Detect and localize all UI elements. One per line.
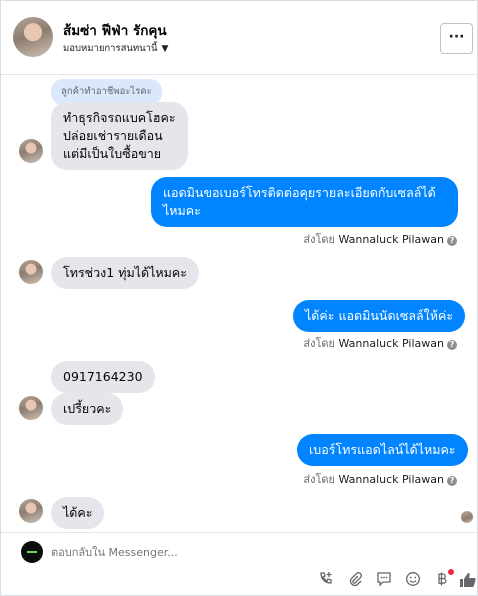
contact-avatar-small[interactable] <box>19 396 43 420</box>
contact-avatar-small[interactable] <box>19 260 43 284</box>
incoming-message[interactable]: โทรช่วง1 ทุ่มได้ไหมคะ <box>51 257 199 289</box>
paperclip-icon <box>349 572 362 587</box>
outgoing-message[interactable]: ได้ค่ะ แอดมินนัดเซลล์ให้ค่ะ <box>293 300 466 332</box>
sent-by-prefix: ส่งโดย <box>303 337 335 350</box>
incoming-message[interactable]: เปรี้ยวคะ <box>51 393 124 425</box>
message-line: แต่มีเป็นใบซื้อขาย <box>63 146 162 161</box>
conversation-header: ส้มซ่า ฟีฟ่า รักคุน มอบหมายการสนทนานี้ ▼ … <box>1 1 477 75</box>
incoming-message[interactable]: ทำธุรกิจรถแบคโฮคะ ปล่อยเช่ารายเดือน แต่ม… <box>51 102 188 170</box>
outgoing-message[interactable]: แอดมินขอเบอร์โทรติดต่อคุยรายละเอียดกับเซ… <box>151 177 458 227</box>
smiley-icon <box>406 572 420 586</box>
more-options-button[interactable]: ··· <box>440 23 473 54</box>
sender-name: Wannaluck Pilawan <box>338 233 445 246</box>
sent-by-label: ส่งโดย Wannaluck Pilawan? <box>303 334 457 352</box>
sender-name: Wannaluck Pilawan <box>338 473 445 486</box>
assign-label: มอบหมายการสนทนานี้ <box>63 43 158 54</box>
help-icon[interactable]: ? <box>447 476 457 486</box>
sent-by-label: ส่งโดย Wannaluck Pilawan? <box>303 470 457 488</box>
help-icon[interactable]: ? <box>447 236 457 246</box>
reply-input[interactable] <box>51 542 351 562</box>
sent-by-prefix: ส่งโดย <box>303 233 335 246</box>
message-line: ทำธุรกิจรถแบคโฮคะ <box>63 110 176 125</box>
page-logo-icon <box>21 541 43 563</box>
assign-conversation-dropdown[interactable]: มอบหมายการสนทนานี้ ▼ <box>63 41 168 56</box>
outgoing-message[interactable]: เบอร์โทรแอดไลน์ได้ไหมคะ <box>297 434 468 466</box>
thumbs-up-icon[interactable] <box>459 571 477 589</box>
message-thread[interactable]: ลูกค้าทำอาชีพอะไรคะ ทำธุรกิจรถแบคโฮคะ ปล… <box>1 76 477 531</box>
like-icon <box>460 573 476 587</box>
contact-avatar-small[interactable] <box>19 499 43 523</box>
notification-dot <box>448 569 454 575</box>
caret-down-icon: ▼ <box>161 44 169 54</box>
call-add-icon[interactable] <box>317 571 335 589</box>
sent-by-label: ส่งโดย Wannaluck Pilawan? <box>303 230 457 248</box>
message-composer <box>1 532 477 595</box>
help-icon[interactable]: ? <box>447 340 457 350</box>
incoming-message[interactable]: 0917164230 <box>51 361 155 393</box>
contact-avatar[interactable] <box>13 17 53 57</box>
saved-replies-icon[interactable] <box>375 571 393 589</box>
phone-plus-icon <box>320 572 332 584</box>
messenger-panel: ส้มซ่า ฟีฟ่า รักคุน มอบหมายการสนทนานี้ ▼ … <box>0 0 478 596</box>
chat-bubble-icon <box>377 572 391 587</box>
incoming-message[interactable]: ได้คะ <box>51 497 105 529</box>
seen-indicator-avatar <box>461 511 473 523</box>
contact-avatar-small[interactable] <box>19 139 43 163</box>
message-line: ปล่อยเช่ารายเดือน <box>63 128 163 143</box>
sender-name: Wannaluck Pilawan <box>338 337 445 350</box>
attachment-icon[interactable] <box>346 571 364 589</box>
sent-by-prefix: ส่งโดย <box>303 473 335 486</box>
contact-name[interactable]: ส้มซ่า ฟีฟ่า รักคุน <box>63 19 167 41</box>
emoji-icon[interactable] <box>404 571 422 589</box>
